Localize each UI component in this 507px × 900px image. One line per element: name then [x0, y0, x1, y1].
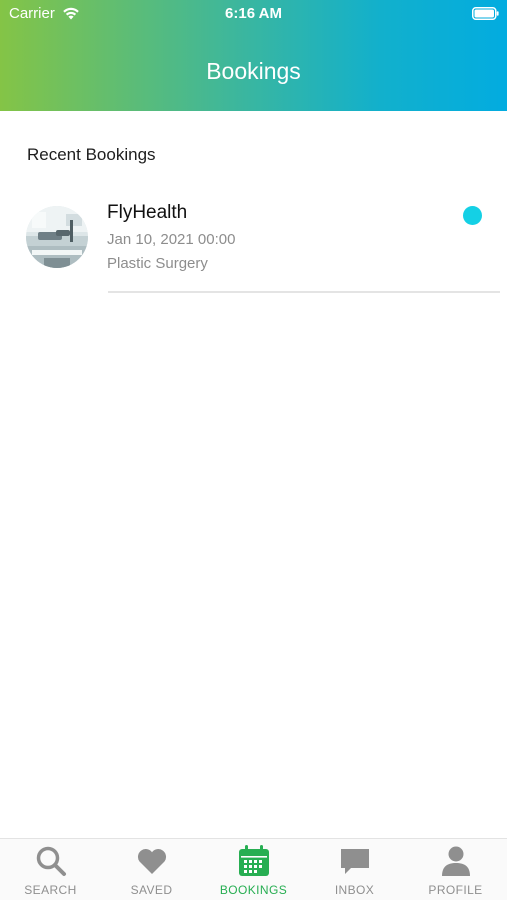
search-icon — [36, 846, 66, 876]
page-title: Bookings — [206, 58, 301, 84]
tab-label-saved: SAVED — [130, 883, 173, 897]
status-time: 6:16 AM — [225, 5, 282, 22]
battery-icon — [472, 7, 499, 20]
section-title-recent-bookings: Recent Bookings — [27, 145, 156, 164]
booking-list-item[interactable]: FlyHealth Jan 10, 2021 00:00 Plastic Sur… — [0, 190, 507, 295]
row-divider — [108, 291, 500, 293]
booking-name: FlyHealth — [107, 202, 188, 223]
tab-search[interactable]: SEARCH — [0, 839, 101, 900]
status-bar: Carrier 6:16 AM — [0, 0, 507, 28]
tab-inbox[interactable]: INBOX — [304, 839, 405, 900]
booking-category: Plastic Surgery — [107, 255, 208, 272]
tab-bookings[interactable]: BOOKINGS — [203, 839, 304, 900]
tab-profile[interactable]: PROFILE — [405, 839, 506, 900]
heart-icon — [137, 849, 167, 874]
app-header: Carrier 6:16 AM Bookings — [0, 0, 507, 111]
tab-saved[interactable]: SAVED — [101, 839, 202, 900]
tab-label-profile: PROFILE — [428, 883, 483, 897]
calendar-icon — [239, 845, 269, 876]
person-icon — [442, 846, 470, 876]
tab-label-search: SEARCH — [24, 883, 77, 897]
booking-datetime: Jan 10, 2021 00:00 — [107, 231, 236, 248]
clinic-photo-avatar — [26, 206, 88, 268]
tab-label-inbox: INBOX — [334, 883, 375, 897]
bottom-tab-bar: SEARCH SAVED BOOKINGS INBOX PROFILE — [0, 838, 507, 900]
tab-label-bookings: BOOKINGS — [219, 883, 288, 897]
chat-bubble-icon — [341, 849, 369, 874]
booking-status-dot — [463, 206, 482, 225]
